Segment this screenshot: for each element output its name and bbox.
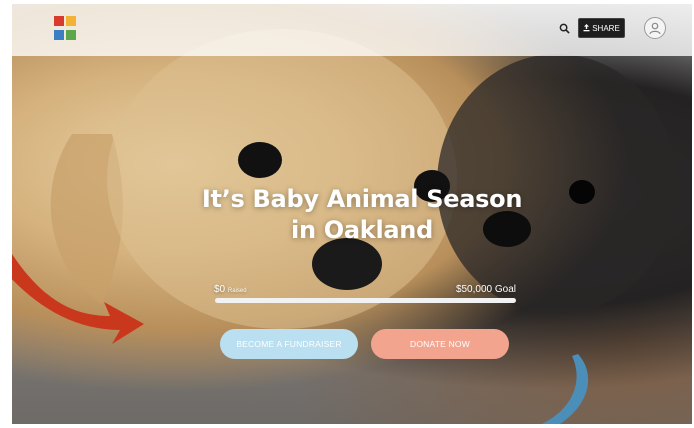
fundraising-progress-bar (215, 298, 516, 303)
headline-line-1: It’s Baby Animal Season (201, 185, 523, 213)
campaign-headline: It’s Baby Animal Season in Oakland (162, 184, 562, 246)
top-navigation-bar: SHARE (12, 4, 692, 56)
user-icon (649, 22, 661, 35)
black-puppy-eye (569, 180, 595, 204)
goal-amount: $50,000 Goal (455, 284, 516, 295)
search-icon (559, 23, 570, 34)
user-avatar-button[interactable] (644, 17, 666, 39)
raised-label: Raised (227, 288, 247, 294)
logo-icon[interactable] (54, 16, 76, 42)
raised-amount: $0 (214, 284, 226, 295)
headline-line-2: in Oakland (291, 216, 433, 244)
become-fundraiser-button[interactable]: BECOME A FUNDRAISER (220, 329, 358, 359)
donate-now-button[interactable]: DONATE NOW (371, 329, 509, 359)
hero-section: SHARE It’s Baby Animal Season in Oakland… (12, 4, 692, 424)
search-button[interactable] (555, 19, 573, 37)
blue-curve (542, 354, 589, 424)
amount-raised: $0 Raised (214, 284, 247, 295)
yellow-puppy-eye-left (238, 142, 282, 178)
share-button[interactable]: SHARE (578, 18, 625, 38)
yellow-puppy-head (107, 29, 457, 329)
share-label: SHARE (592, 23, 620, 33)
share-icon (583, 24, 590, 32)
